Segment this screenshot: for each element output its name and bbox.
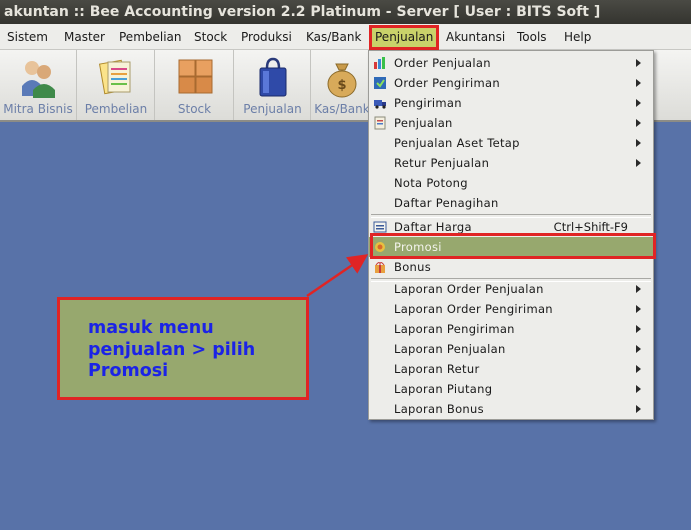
money-bag-icon: $ [327, 63, 357, 98]
people-icon [22, 61, 55, 98]
invoice-icon [374, 116, 386, 130]
menu-item-penjualan-aset-tetap[interactable]: Penjualan Aset Tetap [369, 133, 653, 153]
submenu-arrow-icon [636, 285, 641, 293]
documents-icon [98, 59, 131, 95]
submenu-arrow-icon [636, 305, 641, 313]
menu-item-label: Laporan Penjualan [394, 342, 506, 356]
submenu-arrow-icon [636, 345, 641, 353]
menu-item-laporan-bonus[interactable]: Laporan Bonus [369, 399, 653, 419]
menu-item-label: Laporan Retur [394, 362, 480, 376]
menu-item-label: Order Penjualan [394, 56, 491, 70]
toolbar-label: Stock [177, 102, 212, 116]
submenu-arrow-icon [636, 139, 641, 147]
menu-item-label: Bonus [394, 260, 431, 274]
price-list-icon [373, 221, 387, 233]
promosi-highlight-box [370, 233, 656, 259]
order-chart-icon [374, 57, 385, 69]
toolbar-label: Pembelian [84, 102, 148, 116]
submenu-arrow-icon [636, 325, 641, 333]
submenu-arrow-icon [636, 99, 641, 107]
menu-item-label: Laporan Bonus [394, 402, 484, 416]
submenu-arrow-icon [636, 119, 641, 127]
menu-akuntansi[interactable]: Akuntansi [446, 24, 505, 50]
menu-item-pengiriman[interactable]: Pengiriman [369, 93, 653, 113]
order-ship-icon [374, 77, 386, 89]
menu-item-retur-penjualan[interactable]: Retur Penjualan [369, 153, 653, 173]
shopping-bag-icon [259, 57, 286, 97]
menu-item-label: Penjualan [394, 116, 453, 130]
submenu-arrow-icon [636, 365, 641, 373]
menu-item-label: Penjualan Aset Tetap [394, 136, 520, 150]
menu-tools[interactable]: Tools [517, 24, 547, 50]
menu-item-label: Order Pengiriman [394, 76, 500, 90]
menu-item-label: Daftar Penagihan [394, 196, 499, 210]
menu-item-bonus[interactable]: Bonus [369, 257, 653, 277]
truck-icon [374, 100, 386, 109]
toolbar-kas-bank-button[interactable]: $ Kas/Bank [312, 50, 372, 120]
menu-item-label: Laporan Piutang [394, 382, 493, 396]
menu-item-nota-potong[interactable]: Nota Potong [369, 173, 653, 193]
toolbar-label: Penjualan [243, 102, 302, 116]
submenu-arrow-icon [636, 59, 641, 67]
menu-penjualan[interactable]: Penjualan [369, 25, 440, 50]
submenu-arrow-icon [636, 385, 641, 393]
menu-sistem[interactable]: Sistem [7, 24, 48, 50]
menu-help[interactable]: Help [564, 24, 591, 50]
menu-item-laporan-pengiriman[interactable]: Laporan Pengiriman [369, 319, 653, 339]
menu-item-laporan-order-penjualan[interactable]: Laporan Order Penjualan [369, 279, 653, 299]
menu-bar: Sistem Master Pembelian Stock Produksi K… [0, 24, 691, 50]
toolbar-penjualan-button[interactable]: Penjualan [235, 50, 311, 120]
menu-item-order-penjualan[interactable]: Order Penjualan [369, 53, 653, 73]
menu-item-label: Laporan Order Pengiriman [394, 302, 553, 316]
menu-master[interactable]: Master [64, 24, 105, 50]
window-title: akuntan :: Bee Accounting version 2.2 Pl… [0, 0, 691, 24]
callout-text: masuk menu penjualan > pilih Promosi [88, 318, 255, 383]
menu-item-penjualan[interactable]: Penjualan [369, 113, 653, 133]
svg-text:$: $ [337, 78, 346, 93]
instruction-callout: masuk menu penjualan > pilih Promosi [57, 297, 309, 400]
menu-item-order-pengiriman[interactable]: Order Pengiriman [369, 73, 653, 93]
callout-line: Promosi [88, 361, 169, 381]
menu-kas-bank[interactable]: Kas/Bank [306, 24, 361, 50]
toolbar-pembelian-button[interactable]: Pembelian [78, 50, 155, 120]
menu-item-laporan-piutang[interactable]: Laporan Piutang [369, 379, 653, 399]
menu-item-laporan-order-pengiriman[interactable]: Laporan Order Pengiriman [369, 299, 653, 319]
gift-icon [375, 262, 385, 273]
toolbar-label: Kas/Bank [314, 102, 370, 116]
menu-item-label: Pengiriman [394, 96, 462, 110]
menu-pembelian[interactable]: Pembelian [119, 24, 182, 50]
menu-item-label: Laporan Pengiriman [394, 322, 515, 336]
toolbar-label: Mitra Bisnis [3, 102, 73, 116]
callout-line: masuk menu [88, 318, 214, 338]
toolbar-stock-button[interactable]: Stock [156, 50, 234, 120]
toolbar-mitra-bisnis-button[interactable]: Mitra Bisnis [0, 50, 77, 120]
menu-item-daftar-penagihan[interactable]: Daftar Penagihan [369, 193, 653, 213]
boxes-icon [178, 59, 212, 94]
submenu-arrow-icon [636, 159, 641, 167]
menu-item-laporan-retur[interactable]: Laporan Retur [369, 359, 653, 379]
submenu-arrow-icon [636, 405, 641, 413]
menu-item-laporan-penjualan[interactable]: Laporan Penjualan [369, 339, 653, 359]
menu-produksi[interactable]: Produksi [241, 24, 292, 50]
menu-stock[interactable]: Stock [194, 24, 227, 50]
menu-item-label: Retur Penjualan [394, 156, 490, 170]
callout-line: penjualan > pilih [88, 339, 256, 360]
menu-item-label: Nota Potong [394, 176, 468, 190]
submenu-arrow-icon [636, 79, 641, 87]
menu-item-label: Laporan Order Penjualan [394, 282, 544, 296]
